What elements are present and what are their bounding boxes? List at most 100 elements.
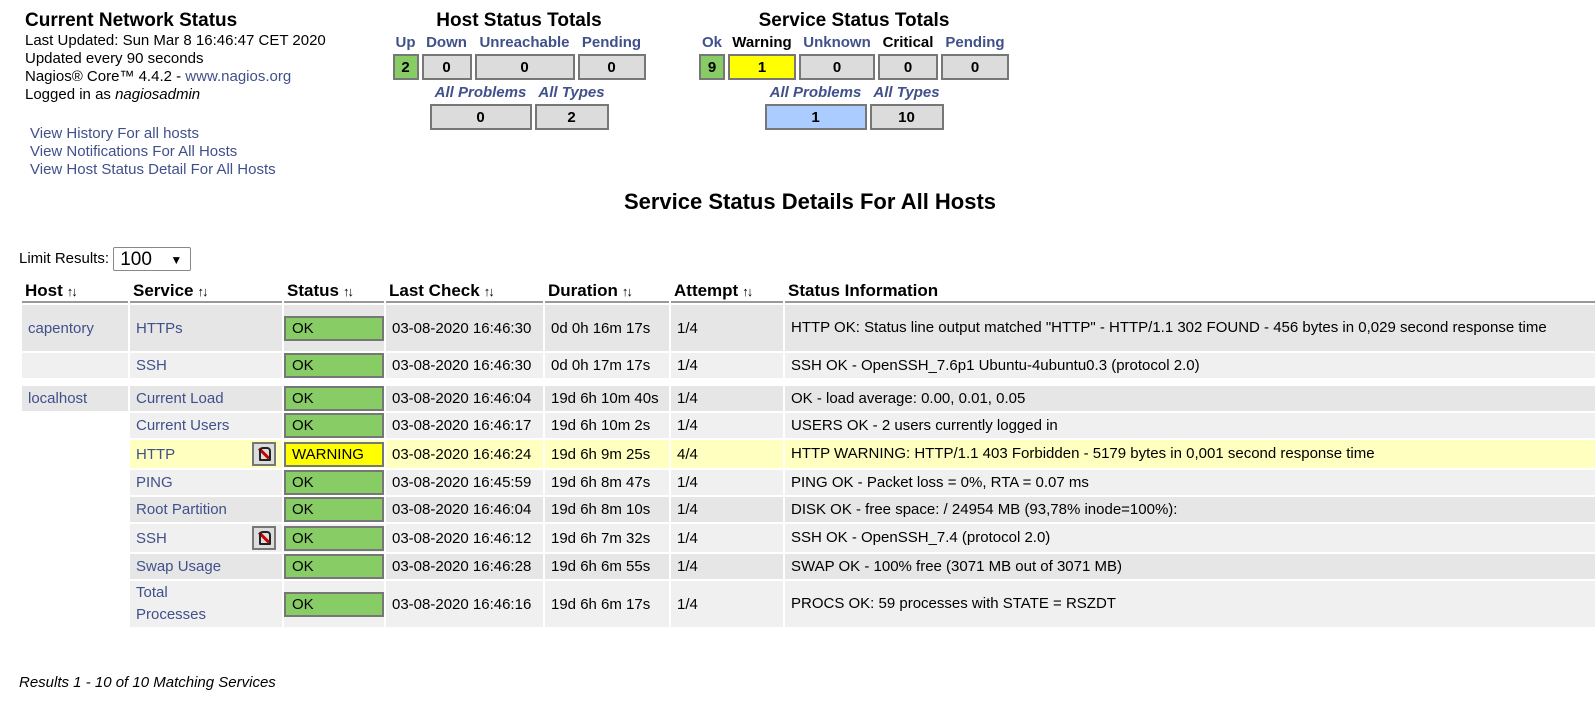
host-pending-label[interactable]: Pending xyxy=(578,35,646,51)
status-cell: OK xyxy=(284,353,384,378)
service-link[interactable]: Current Load xyxy=(136,390,224,407)
host-status-totals: Host Status Totals Up Down Unreachable P… xyxy=(388,10,650,133)
service-status-table: Host ↑↓ Service ↑↓ Status ↑↓ Last Check ↑↓ D… xyxy=(20,277,1595,629)
service-cell: Root Partition xyxy=(130,497,282,522)
column-last-check-label: Last Check xyxy=(389,281,480,300)
service-pending-label[interactable]: Pending xyxy=(941,35,1009,51)
service-link[interactable]: Swap Usage xyxy=(136,558,221,575)
service-cell: SSH xyxy=(130,353,282,378)
service-pending-count[interactable]: 0 xyxy=(941,54,1009,80)
host-up-label[interactable]: Up xyxy=(393,35,419,51)
logged-in-text: Logged in as xyxy=(25,86,116,103)
column-duration-label: Duration xyxy=(548,281,618,300)
service-link[interactable]: SSH xyxy=(136,357,167,374)
status-badge: OK xyxy=(284,353,384,378)
service-ok-label[interactable]: Ok xyxy=(699,35,725,51)
table-row: Swap Usage OK 03-08-2020 16:46:28 19d 6h… xyxy=(22,554,1595,579)
view-host-status-link[interactable]: View Host Status Detail For All Hosts xyxy=(30,161,276,178)
status-badge: OK xyxy=(284,315,384,341)
attempt-cell: 1/4 xyxy=(671,581,783,627)
host-unreachable-label[interactable]: Unreachable xyxy=(475,35,575,51)
sort-arrows-icon[interactable]: ↑↓ xyxy=(622,284,633,299)
service-link[interactable]: Current Users xyxy=(136,417,229,434)
duration-cell: 19d 6h 10m 40s xyxy=(545,386,669,411)
host-up-count[interactable]: 2 xyxy=(392,54,419,80)
host-link[interactable]: localhost xyxy=(28,390,87,407)
host-link[interactable]: capentory xyxy=(28,320,94,337)
last-updated: Last Updated: Sun Mar 8 16:46:47 CET 202… xyxy=(25,32,326,49)
limit-results-select[interactable]: 100 ▼ xyxy=(113,247,192,271)
limit-results: Limit Results: 100 ▼ xyxy=(19,247,192,271)
status-cell: OK xyxy=(284,497,384,522)
host-down-label[interactable]: Down xyxy=(422,35,472,51)
status-cell: OK xyxy=(284,305,384,351)
host-unreachable-count[interactable]: 0 xyxy=(474,54,575,80)
host-down-count[interactable]: 0 xyxy=(421,54,472,80)
duration-cell: 19d 6h 10m 2s xyxy=(545,413,669,438)
network-status-info: Current Network Status Last Updated: Sun… xyxy=(25,10,326,104)
host-pending-count[interactable]: 0 xyxy=(577,54,646,80)
service-link[interactable]: Total Processes xyxy=(136,582,216,626)
host-cell[interactable]: capentory xyxy=(22,305,128,351)
host-all-problems-label[interactable]: All Problems xyxy=(430,85,532,101)
service-cell: Current Load xyxy=(130,386,282,411)
service-ok-count[interactable]: 9 xyxy=(699,54,725,80)
service-warning-label[interactable]: Warning xyxy=(728,35,796,51)
host-cell[interactable]: localhost xyxy=(22,386,128,411)
attempt-cell: 1/4 xyxy=(671,413,783,438)
service-all-types-count[interactable]: 10 xyxy=(869,104,944,130)
host-cell xyxy=(22,470,128,495)
service-cell: SSH xyxy=(130,524,282,552)
results-count: Results 1 - 10 of 10 Matching Services xyxy=(19,674,276,691)
attempt-cell: 1/4 xyxy=(671,554,783,579)
service-link[interactable]: Root Partition xyxy=(136,501,227,518)
host-all-problems-count[interactable]: 0 xyxy=(429,104,532,130)
service-all-types-label[interactable]: All Types xyxy=(870,85,944,101)
attempt-cell: 1/4 xyxy=(671,386,783,411)
username: nagiosadmin xyxy=(115,86,201,103)
column-last-check: Last Check ↑↓ xyxy=(386,279,543,303)
view-history-link[interactable]: View History For all hosts xyxy=(30,125,199,142)
service-critical-label[interactable]: Critical xyxy=(878,35,938,51)
status-cell: WARNING xyxy=(284,440,384,468)
last-check-cell: 03-08-2020 16:46:30 xyxy=(386,353,543,378)
service-cell: Swap Usage xyxy=(130,554,282,579)
last-check-cell: 03-08-2020 16:46:04 xyxy=(386,497,543,522)
status-info-cell: HTTP OK: Status line output matched "HTT… xyxy=(785,305,1595,351)
service-link[interactable]: HTTPs xyxy=(136,320,183,337)
service-details-title: Service Status Details For All Hosts xyxy=(623,189,997,214)
host-totals-table: Up Down Unreachable Pending 2 0 0 0 xyxy=(390,32,649,83)
host-all-types-count[interactable]: 2 xyxy=(534,104,609,130)
service-link[interactable]: SSH xyxy=(136,530,167,547)
column-attempt: Attempt ↑↓ xyxy=(671,279,783,303)
service-critical-count[interactable]: 0 xyxy=(878,54,938,80)
nagios-link[interactable]: www.nagios.org xyxy=(185,68,291,85)
host-separator xyxy=(22,380,1595,384)
service-link[interactable]: PING xyxy=(136,474,173,491)
notifications-disabled-icon[interactable] xyxy=(252,526,276,550)
attempt-cell: 4/4 xyxy=(671,440,783,468)
column-status-label: Status xyxy=(287,281,339,300)
attempt-cell: 1/4 xyxy=(671,353,783,378)
limit-results-value: 100 xyxy=(120,249,152,270)
sort-arrows-icon[interactable]: ↑↓ xyxy=(198,284,209,299)
status-badge: OK xyxy=(284,554,384,579)
service-unknown-label[interactable]: Unknown xyxy=(799,35,875,51)
service-warning-count[interactable]: 1 xyxy=(728,54,796,80)
last-check-cell: 03-08-2020 16:46:16 xyxy=(386,581,543,627)
table-row: HTTP WARNING 03-08-2020 16:46:24 19d 6h … xyxy=(22,440,1595,468)
sort-arrows-icon[interactable]: ↑↓ xyxy=(343,284,354,299)
host-all-types-label[interactable]: All Types xyxy=(535,85,609,101)
column-service-label: Service xyxy=(133,281,194,300)
sort-arrows-icon[interactable]: ↑↓ xyxy=(67,284,78,299)
sort-arrows-icon[interactable]: ↑↓ xyxy=(742,284,753,299)
service-totals-title: Service Status Totals xyxy=(758,10,950,31)
notifications-disabled-icon[interactable] xyxy=(252,442,276,466)
view-notifications-link[interactable]: View Notifications For All Hosts xyxy=(30,143,237,160)
sort-arrows-icon[interactable]: ↑↓ xyxy=(484,284,495,299)
duration-cell: 19d 6h 9m 25s xyxy=(545,440,669,468)
service-all-problems-count[interactable]: 1 xyxy=(764,104,867,130)
service-link[interactable]: HTTP xyxy=(136,446,175,463)
service-all-problems-label[interactable]: All Problems xyxy=(765,85,867,101)
service-unknown-count[interactable]: 0 xyxy=(799,54,875,80)
